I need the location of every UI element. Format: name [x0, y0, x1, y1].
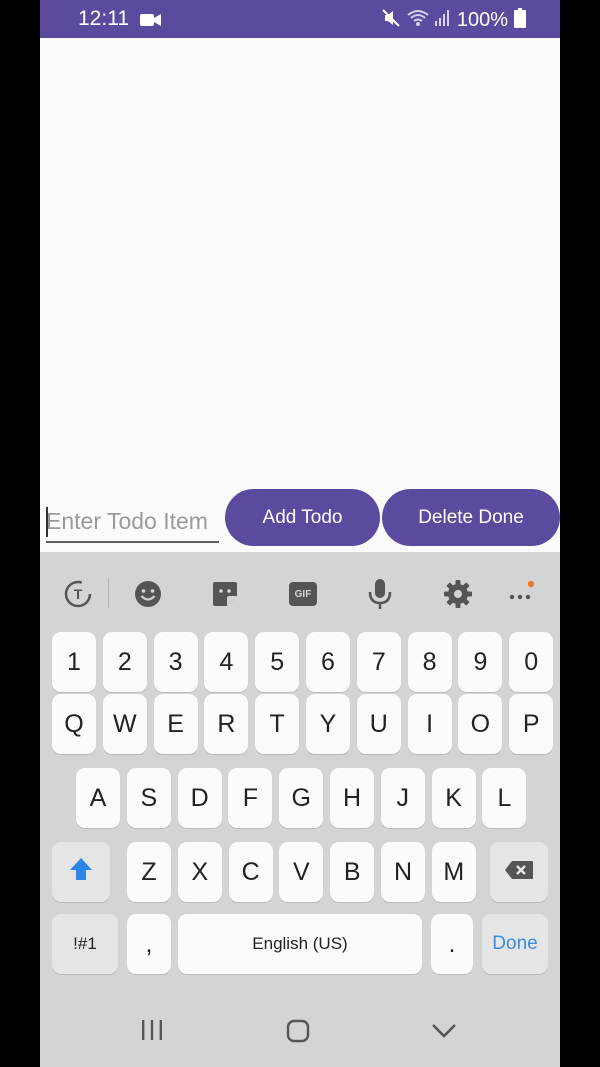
key-n[interactable]: N — [381, 842, 425, 902]
key-d[interactable]: D — [177, 768, 222, 828]
key-b[interactable]: B — [330, 842, 375, 902]
battery-icon — [514, 8, 526, 33]
key-l[interactable]: L — [482, 768, 527, 828]
key-z[interactable]: Z — [127, 842, 171, 902]
emoji-icon[interactable] — [128, 574, 168, 614]
video-camera-icon — [140, 12, 162, 33]
key-w[interactable]: W — [102, 694, 147, 754]
key-6[interactable]: 6 — [306, 632, 350, 692]
period-key[interactable]: . — [431, 914, 473, 974]
key-u[interactable]: U — [356, 694, 401, 754]
key-5[interactable]: 5 — [255, 632, 300, 692]
key-1[interactable]: 1 — [52, 632, 96, 692]
key-a[interactable]: A — [76, 768, 120, 828]
home-icon[interactable] — [285, 1018, 311, 1049]
translate-icon[interactable]: T — [58, 574, 98, 614]
done-key[interactable]: Done — [482, 914, 548, 974]
key-8[interactable]: 8 — [407, 632, 452, 692]
backspace-icon — [504, 858, 534, 887]
sticker-icon[interactable] — [205, 574, 245, 614]
svg-text:T: T — [74, 586, 83, 602]
todo-list-area — [40, 38, 560, 483]
key-e[interactable]: E — [153, 694, 198, 754]
symbols-key[interactable]: !#1 — [52, 914, 118, 974]
key-j[interactable]: J — [380, 768, 425, 828]
key-x[interactable]: X — [177, 842, 222, 902]
space-key[interactable]: English (US) — [178, 914, 422, 974]
toolbar-divider — [108, 578, 109, 608]
battery-percent: 100% — [456, 9, 508, 31]
key-k[interactable]: K — [431, 768, 476, 828]
more-icon[interactable] — [500, 574, 540, 614]
comma-key[interactable]: , — [127, 914, 171, 974]
todo-input-row: Add Todo Delete Done — [40, 489, 560, 549]
key-c[interactable]: C — [228, 842, 273, 902]
key-f[interactable]: F — [228, 768, 273, 828]
key-m[interactable]: M — [431, 842, 476, 902]
key-t[interactable]: T — [255, 694, 300, 754]
key-s[interactable]: S — [126, 768, 171, 828]
status-time: 12:11 — [78, 7, 129, 30]
soft-keyboard: T GIF 1234567890QWERTYUIOPASDF G H J K L… — [40, 552, 560, 998]
key-3[interactable]: 3 — [153, 632, 198, 692]
phone-screen: 12:11 100% Add Todo Delete Done — [40, 0, 560, 1067]
status-bar: 12:11 100% — [40, 0, 560, 38]
key-h[interactable]: H — [330, 768, 374, 828]
shift-arrow-icon — [68, 856, 94, 889]
keyboard-toolbar: T GIF — [40, 552, 560, 634]
recent-apps-icon[interactable] — [140, 1018, 164, 1047]
todo-input[interactable] — [46, 497, 219, 543]
mute-icon — [381, 8, 401, 33]
key-4[interactable]: 4 — [204, 632, 249, 692]
key-2[interactable]: 2 — [102, 632, 147, 692]
navigation-bar — [40, 998, 560, 1067]
key-o[interactable]: O — [458, 694, 503, 754]
key-y[interactable]: Y — [306, 694, 350, 754]
key-9[interactable]: 9 — [458, 632, 503, 692]
settings-icon[interactable] — [438, 574, 478, 614]
key-p[interactable]: P — [509, 694, 554, 754]
microphone-icon[interactable] — [360, 574, 400, 614]
gif-label: GIF — [294, 588, 312, 600]
key-7[interactable]: 7 — [356, 632, 401, 692]
key-v[interactable]: V — [279, 842, 324, 902]
back-icon[interactable] — [430, 1018, 458, 1047]
key-i[interactable]: I — [407, 694, 452, 754]
shift-key[interactable] — [52, 842, 110, 902]
key-g[interactable]: G — [279, 768, 324, 828]
backspace-key[interactable] — [490, 842, 548, 902]
text-cursor — [46, 507, 48, 537]
add-todo-button[interactable]: Add Todo — [225, 489, 380, 546]
wifi-icon — [407, 9, 429, 32]
key-0[interactable]: 0 — [509, 632, 554, 692]
key-r[interactable]: R — [204, 694, 249, 754]
gif-icon[interactable]: GIF — [283, 574, 323, 614]
delete-done-button[interactable]: Delete Done — [382, 489, 560, 546]
key-q[interactable]: Q — [52, 694, 96, 754]
signal-icon — [434, 9, 451, 32]
